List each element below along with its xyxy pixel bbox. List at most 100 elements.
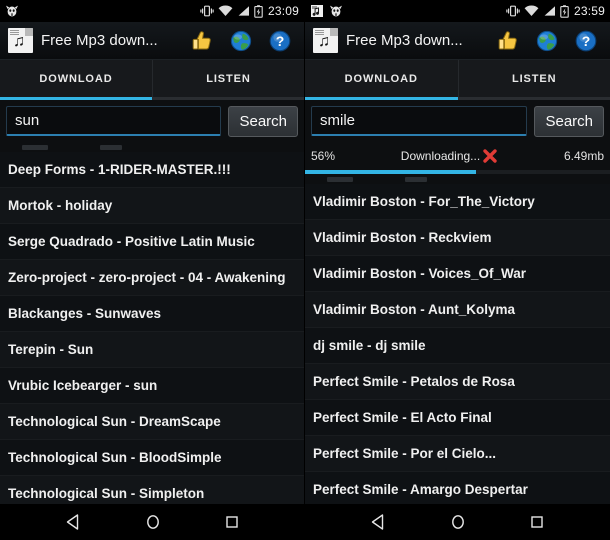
partially-scrolled-row	[0, 142, 304, 152]
list-item-label: Vladimir Boston - Aunt_Kolyma	[313, 302, 516, 317]
list-item[interactable]: Serge Quadrado - Positive Latin Music	[0, 224, 304, 260]
list-item[interactable]: Vladimir Boston - Voices_Of_War	[305, 256, 610, 292]
help-icon[interactable]: ?	[268, 29, 292, 53]
list-item[interactable]: dj smile - dj smile	[305, 328, 610, 364]
status-bar-clock: 23:09	[267, 4, 299, 18]
download-progress-wrap: 56% Downloading... 6.49mb	[305, 142, 610, 174]
search-bar: sun Search	[0, 100, 304, 142]
tab-listen[interactable]: LISTEN	[152, 60, 304, 100]
svg-text:?: ?	[582, 33, 591, 49]
list-item-label: Technological Sun - Simpleton	[8, 486, 205, 501]
thumbs-up-icon[interactable]	[496, 29, 520, 53]
back-icon[interactable]	[64, 512, 84, 532]
status-bar-clock: 23:59	[573, 4, 605, 18]
list-item[interactable]: Technological Sun - BloodSimple	[0, 440, 304, 476]
partially-scrolled-row-fragment-1	[22, 145, 48, 150]
action-bar-buttons: ?	[190, 29, 298, 53]
cancel-x-icon[interactable]	[482, 148, 498, 164]
back-icon[interactable]	[369, 512, 389, 532]
list-item[interactable]: Zero-project - zero-project - 04 - Awake…	[0, 260, 304, 296]
download-status-label: Downloading...	[400, 149, 481, 163]
list-item-label: Mortok - holiday	[8, 198, 113, 213]
list-item[interactable]: Perfect Smile - Por el Cielo...	[305, 436, 610, 472]
action-bar: ♫ Free Mp3 down... ?	[0, 22, 304, 60]
tab-listen[interactable]: LISTEN	[457, 60, 610, 100]
list-item[interactable]: Vladimir Boston - Reckviem	[305, 220, 610, 256]
action-bar-buttons: ?	[496, 29, 604, 53]
tab-label: DOWNLOAD	[39, 72, 113, 85]
status-bar: 23:09	[0, 0, 304, 22]
signal-icon	[238, 6, 249, 16]
list-item-label: Vladimir Boston - For_The_Victory	[313, 194, 535, 209]
wifi-icon	[218, 5, 233, 16]
download-percent-label: 56%	[311, 149, 336, 163]
list-item-label: Vladimir Boston - Reckviem	[313, 230, 492, 245]
download-status-group: Downloading...	[335, 148, 564, 164]
list-item-label: Perfect Smile - Por el Cielo...	[313, 446, 497, 461]
action-bar: ♫ Free Mp3 down... ?	[305, 22, 610, 60]
home-icon[interactable]	[143, 512, 163, 532]
list-item[interactable]: Mortok - holiday	[0, 188, 304, 224]
list-item[interactable]: Deep Forms - 1-RIDER-MASTER.!!!	[0, 152, 304, 188]
search-input[interactable]: smile	[311, 106, 528, 136]
help-icon[interactable]: ?	[574, 29, 598, 53]
navigation-bar-half-1	[0, 504, 305, 540]
list-item-label: Blackanges - Sunwaves	[8, 306, 162, 321]
signal-icon	[544, 6, 555, 16]
thumbs-up-icon[interactable]	[190, 29, 214, 53]
list-item[interactable]: Blackanges - Sunwaves	[0, 296, 304, 332]
search-button[interactable]: Search	[228, 105, 298, 137]
results-list[interactable]: Vladimir Boston - For_The_Victory Vladimi…	[305, 184, 610, 540]
music-note-icon	[311, 5, 323, 17]
list-item-label: Technological Sun - BloodSimple	[8, 450, 222, 465]
recents-icon[interactable]	[527, 512, 547, 532]
results-list[interactable]: Deep Forms - 1-RIDER-MASTER.!!! Mortok - …	[0, 152, 304, 540]
home-icon[interactable]	[448, 512, 468, 532]
list-item[interactable]: Perfect Smile - Amargo Despertar	[305, 472, 610, 508]
list-item-label: Deep Forms - 1-RIDER-MASTER.!!!	[8, 162, 231, 177]
list-item-label: Perfect Smile - Amargo Despertar	[313, 482, 528, 497]
dual-screenshot-composite: 23:09 ♫ Free Mp3 down... ? DOWNLOAD LISTE…	[0, 0, 610, 540]
mask-icon	[330, 5, 342, 17]
list-item[interactable]: Vrubic Icebearger - sun	[0, 368, 304, 404]
download-size-label: 6.49mb	[563, 149, 604, 163]
list-item-label: Vrubic Icebearger - sun	[8, 378, 158, 393]
phone-screen-panel-2: 23:59 ♫ Free Mp3 down... ? DOWNLOAD LISTE…	[305, 0, 610, 540]
tab-label: LISTEN	[511, 72, 557, 85]
list-item[interactable]: Perfect Smile - El Acto Final	[305, 400, 610, 436]
mp3-file-icon-fold	[25, 28, 33, 36]
navigation-bar	[0, 504, 610, 540]
download-progress-row: 56% Downloading... 6.49mb	[305, 142, 610, 170]
list-item[interactable]: Perfect Smile - Petalos de Rosa	[305, 364, 610, 400]
search-input[interactable]: sun	[6, 106, 222, 136]
list-item-label: Perfect Smile - El Acto Final	[313, 410, 492, 425]
partially-scrolled-row	[305, 174, 610, 184]
list-item[interactable]: Terepin - Sun	[0, 332, 304, 368]
list-item-label: dj smile - dj smile	[313, 338, 426, 353]
wifi-icon	[524, 5, 539, 16]
svg-text:?: ?	[276, 33, 285, 49]
tab-bar: DOWNLOAD LISTEN	[305, 60, 610, 100]
list-item[interactable]: Vladimir Boston - For_The_Victory	[305, 184, 610, 220]
battery-charging-icon	[560, 4, 569, 18]
status-bar-notification-icons	[5, 4, 19, 18]
mp3-file-icon-note: ♫	[318, 33, 330, 50]
list-item[interactable]: Technological Sun - DreamScape	[0, 404, 304, 440]
search-button[interactable]: Search	[534, 105, 604, 137]
list-item[interactable]: Vladimir Boston - Aunt_Kolyma	[305, 292, 610, 328]
partially-scrolled-row-fragment-2	[405, 177, 427, 182]
recents-icon[interactable]	[222, 512, 242, 532]
partially-scrolled-row-fragment-1	[327, 177, 353, 182]
mp3-file-icon: ♫	[313, 28, 338, 53]
tab-download[interactable]: DOWNLOAD	[0, 60, 152, 100]
globe-icon[interactable]	[535, 29, 559, 53]
vibrate-icon	[200, 5, 214, 17]
list-item-label: Vladimir Boston - Voices_Of_War	[313, 266, 527, 281]
mp3-file-icon: ♫	[8, 28, 33, 53]
vibrate-icon	[506, 5, 520, 17]
globe-icon[interactable]	[229, 29, 253, 53]
tab-label: DOWNLOAD	[344, 72, 418, 85]
phone-screen-panel-1: 23:09 ♫ Free Mp3 down... ? DOWNLOAD LISTE…	[0, 0, 305, 540]
tab-download[interactable]: DOWNLOAD	[305, 60, 458, 100]
app-title: Free Mp3 down...	[41, 32, 158, 49]
